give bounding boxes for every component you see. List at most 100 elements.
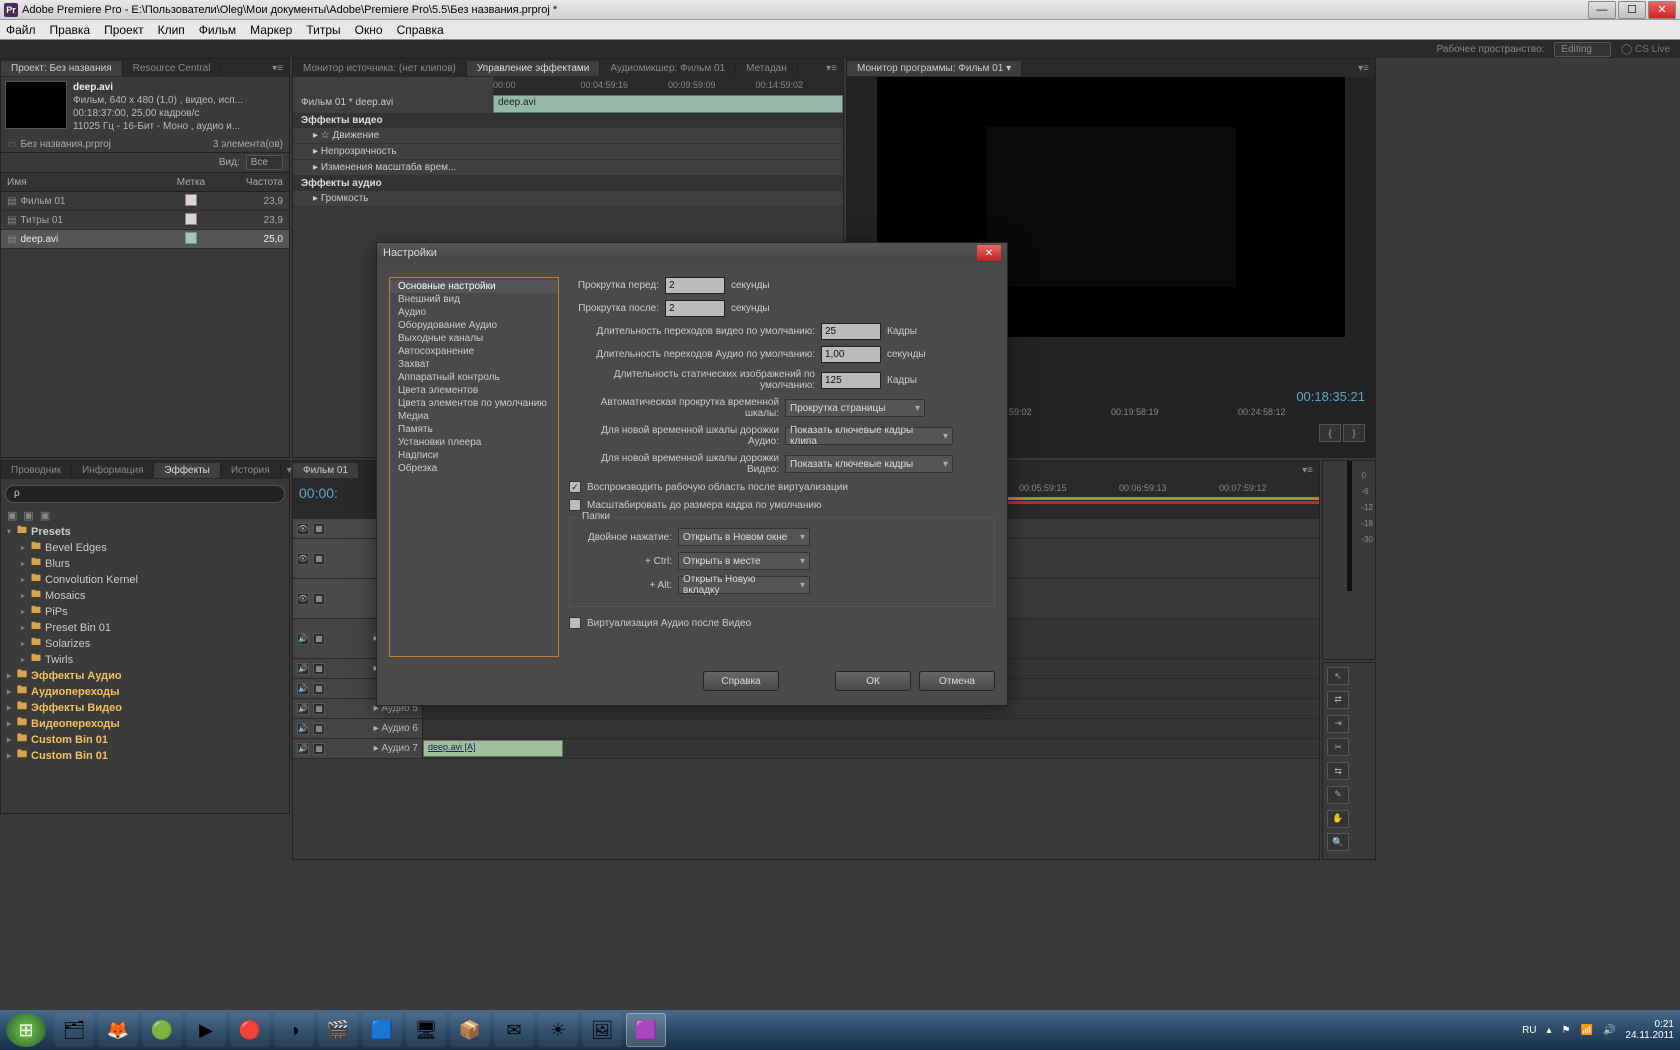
autoscroll-select[interactable]: Прокрутка страницы — [785, 399, 925, 417]
tray-flag-icon[interactable]: ⚑ — [1562, 1025, 1571, 1036]
tree-item[interactable]: ▸🖿Blurs — [1, 556, 289, 572]
taskbar-converter-icon[interactable]: ◑ — [274, 1013, 314, 1047]
new-tl-video-select[interactable]: Показать ключевые кадры — [785, 455, 953, 473]
menu-file[interactable]: Файл — [6, 23, 36, 37]
ec-clip-bar[interactable]: deep.avi — [493, 95, 843, 113]
tray-network-icon[interactable]: 📶 — [1581, 1025, 1593, 1036]
prefs-cat-media[interactable]: Медиа — [390, 410, 558, 423]
taskbar-pinnacle-icon[interactable]: 🎬 — [318, 1013, 358, 1047]
tree-item[interactable]: ▸🖿PiPs — [1, 604, 289, 620]
tray-volume-icon[interactable]: 🔊 — [1603, 1025, 1615, 1036]
view-select[interactable]: Все — [246, 155, 283, 170]
audiomixer-tab[interactable]: Аудиомикшер: Фильм 01 — [600, 61, 736, 76]
mark-out-button[interactable]: } — [1343, 424, 1365, 442]
project-item[interactable]: ▤deep.avi 25,0 — [1, 230, 289, 249]
prefs-cat-general[interactable]: Основные настройки — [390, 280, 558, 293]
tree-root[interactable]: ▸🖿Эффекты Видео — [1, 700, 289, 716]
tool-select[interactable]: ↖ — [1327, 667, 1349, 685]
prefs-cat-device[interactable]: Аппаратный контроль — [390, 371, 558, 384]
prefs-cat-titler[interactable]: Надписи — [390, 449, 558, 462]
prefs-cat-memory[interactable]: Память — [390, 423, 558, 436]
tree-item[interactable]: ▸🖿Mosaics — [1, 588, 289, 604]
cs-live[interactable]: ◯ CS Live — [1621, 44, 1670, 55]
taskbar-explorer-icon[interactable]: 🗂 — [54, 1013, 94, 1047]
menu-window[interactable]: Окно — [355, 23, 383, 37]
col-name[interactable]: Имя — [1, 177, 151, 188]
preset-icon[interactable]: ▣ — [7, 509, 17, 522]
minimize-button[interactable]: — — [1588, 1, 1616, 19]
tool-ripple[interactable]: ⇥ — [1327, 715, 1349, 733]
col-freq[interactable]: Частота — [231, 177, 289, 188]
menu-project[interactable]: Проект — [104, 23, 144, 37]
panel-menu-icon[interactable]: ▾≡ — [1352, 63, 1375, 74]
taskbar-gallery-icon[interactable]: 🖼 — [582, 1013, 622, 1047]
tree-root[interactable]: ▸🖿Custom Bin 01 — [1, 732, 289, 748]
help-button[interactable]: Справка — [703, 671, 779, 691]
program-tab[interactable]: Монитор программы: Фильм 01 ▾ — [847, 61, 1022, 76]
maximize-button[interactable]: ☐ — [1618, 1, 1646, 19]
mark-in-button[interactable]: { — [1319, 424, 1341, 442]
taskbar-ps-icon[interactable]: 🟦 — [362, 1013, 402, 1047]
cancel-button[interactable]: Отмена — [919, 671, 995, 691]
taskbar-firefox-icon[interactable]: 🦊 — [98, 1013, 138, 1047]
ec-prop-motion[interactable]: ▸ ☆ Движение — [293, 128, 843, 144]
preset-icon[interactable]: ▣ — [23, 509, 33, 522]
panel-menu-icon[interactable]: ▾≡ — [266, 63, 289, 74]
tree-item[interactable]: ▸🖿Preset Bin 01 — [1, 620, 289, 636]
tool-pen[interactable]: ✎ — [1327, 786, 1349, 804]
tool-slip[interactable]: ⇆ — [1327, 762, 1349, 780]
menu-help[interactable]: Справка — [397, 23, 444, 37]
source-tab[interactable]: Монитор источника: (нет клипов) — [293, 61, 467, 76]
menu-edit[interactable]: Правка — [50, 23, 91, 37]
timeline-tab[interactable]: Фильм 01 — [293, 463, 359, 478]
history-tab[interactable]: История — [221, 463, 281, 478]
tree-item[interactable]: ▸🖿Convolution Kernel — [1, 572, 289, 588]
effect-controls-tab[interactable]: Управление эффектами — [467, 61, 600, 76]
ec-prop-volume[interactable]: ▸ Громкость — [293, 191, 843, 207]
new-tl-audio-select[interactable]: Показать ключевые кадры клипа — [785, 427, 953, 445]
prefs-cat-appearance[interactable]: Внешний вид — [390, 293, 558, 306]
prefs-cat-labeldefault[interactable]: Цвета элементов по умолчанию — [390, 397, 558, 410]
taskbar-sun-icon[interactable]: ☀ — [538, 1013, 578, 1047]
taskbar-utorrent-icon[interactable]: 🟢 — [142, 1013, 182, 1047]
tree-root[interactable]: ▸🖿Эффекты Аудио — [1, 668, 289, 684]
audio-track[interactable]: 🔊▦▸ Аудио 6 — [293, 719, 1319, 739]
workspace-select[interactable]: Editing — [1554, 42, 1611, 57]
prefs-cat-autosave[interactable]: Автосохранение — [390, 345, 558, 358]
preroll-input[interactable] — [665, 277, 725, 294]
menu-titles[interactable]: Титры — [306, 23, 340, 37]
prefs-cat-audio[interactable]: Аудио — [390, 306, 558, 319]
taskbar-wmp-icon[interactable]: ▶ — [186, 1013, 226, 1047]
prefs-cat-outchan[interactable]: Выходные каналы — [390, 332, 558, 345]
taskbar-winrar-icon[interactable]: 📦 — [450, 1013, 490, 1047]
start-button[interactable]: ⊞ — [6, 1013, 46, 1047]
ok-button[interactable]: ОК — [835, 671, 911, 691]
effects-tab[interactable]: Эффекты — [154, 463, 220, 478]
tray-lang[interactable]: RU — [1522, 1025, 1536, 1036]
alt-select[interactable]: Открыть Новую вкладку — [678, 576, 810, 594]
postroll-input[interactable] — [665, 300, 725, 317]
tree-root[interactable]: ▸🖿Аудиопереходы — [1, 684, 289, 700]
resource-central-tab[interactable]: Resource Central — [123, 61, 222, 76]
ctrl-select[interactable]: Открыть в месте — [678, 552, 810, 570]
menu-sequence[interactable]: Фильм — [199, 23, 236, 37]
close-button[interactable]: ✕ — [1648, 1, 1676, 19]
browser-tab[interactable]: Проводник — [1, 463, 72, 478]
panel-menu-icon[interactable]: ▾≡ — [1296, 465, 1319, 476]
info-tab[interactable]: Информация — [72, 463, 154, 478]
scale-checkbox[interactable] — [569, 499, 581, 511]
tree-presets[interactable]: ▾🖿Presets — [1, 524, 289, 540]
panel-menu-icon[interactable]: ▾≡ — [820, 63, 843, 74]
metadata-tab[interactable]: Метадан — [736, 61, 798, 76]
tray-clock[interactable]: 0:21 24.11.2011 — [1625, 1019, 1674, 1041]
menu-marker[interactable]: Маркер — [250, 23, 292, 37]
project-tab[interactable]: Проект: Без названия — [1, 61, 123, 76]
taskbar-mail-icon[interactable]: ✉ — [494, 1013, 534, 1047]
ec-prop-timeremap[interactable]: ▸ Изменения масштаба врем... — [293, 160, 843, 176]
prefs-cat-capture[interactable]: Захват — [390, 358, 558, 371]
tree-root[interactable]: ▸🖿Custom Bin 01 — [1, 748, 289, 764]
project-item[interactable]: ▤Фильм 01 23,9 — [1, 192, 289, 211]
prefs-cat-audiohw[interactable]: Оборудование Аудио — [390, 319, 558, 332]
prefs-cat-player[interactable]: Установки плеера — [390, 436, 558, 449]
tree-item[interactable]: ▸🖿Bevel Edges — [1, 540, 289, 556]
